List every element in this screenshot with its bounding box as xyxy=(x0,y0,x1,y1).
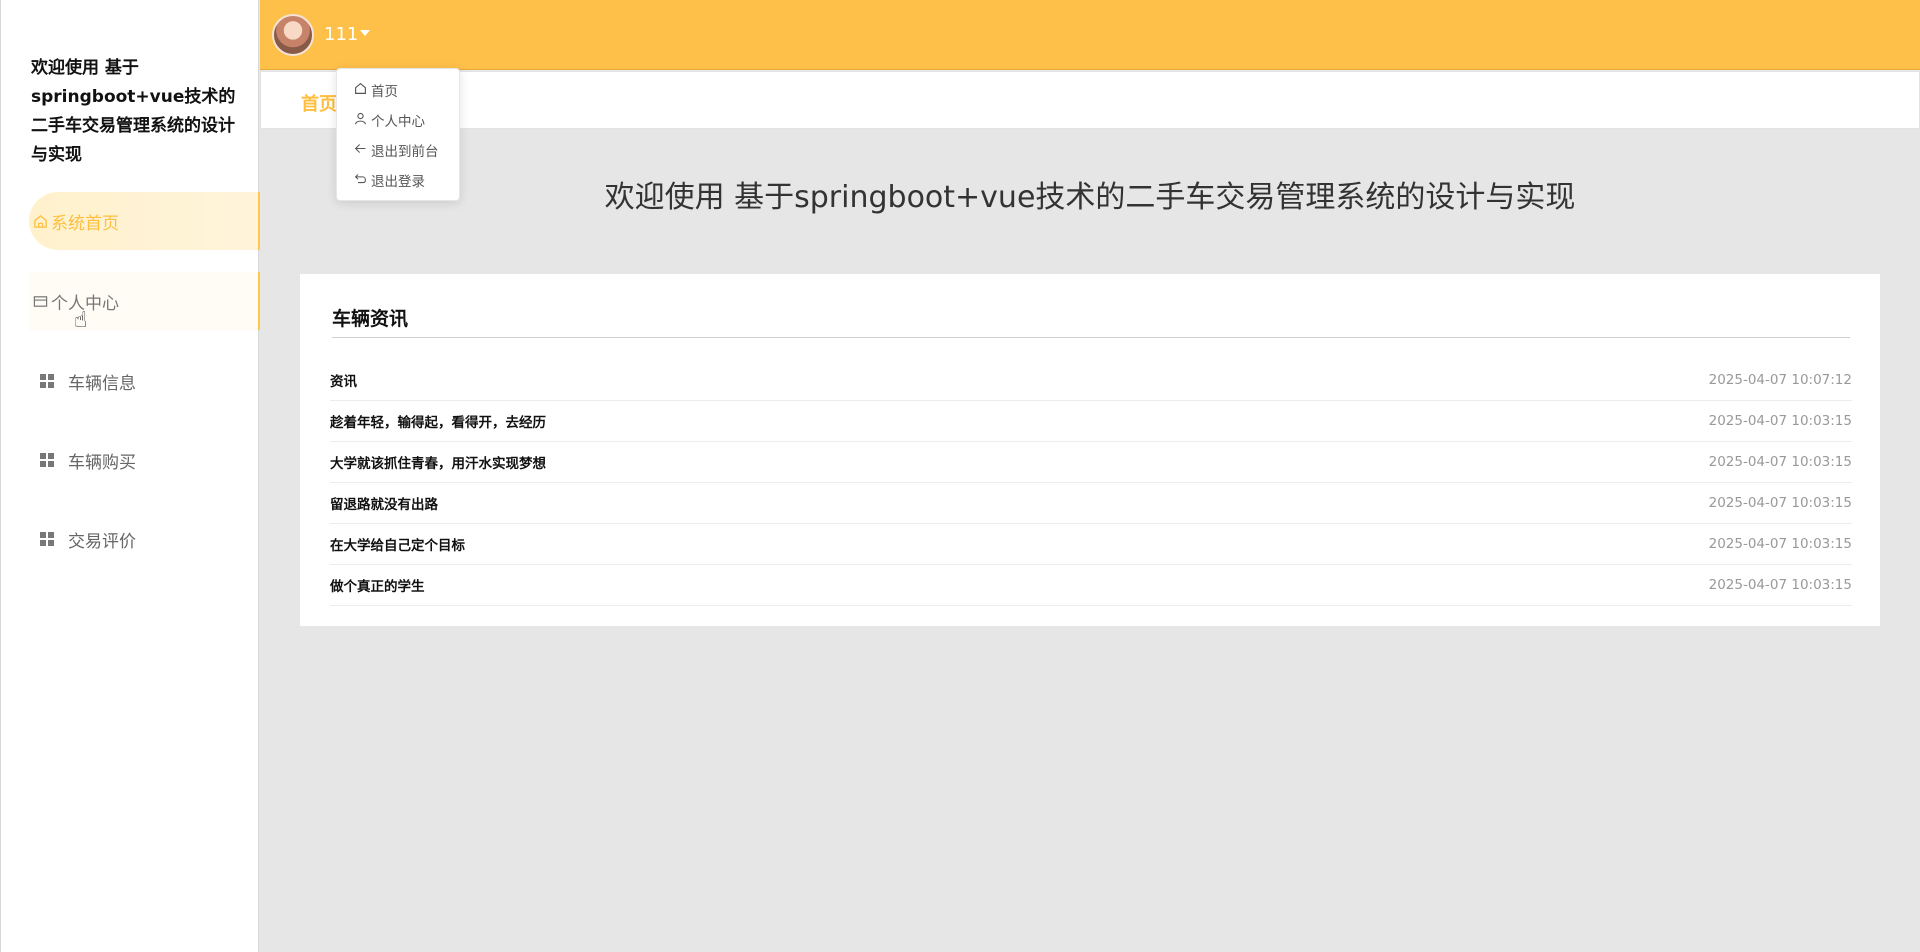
menu-item-label: 首页 xyxy=(371,84,398,100)
back-icon xyxy=(353,142,367,158)
sidebar-item-label: 系统首页 xyxy=(51,213,119,234)
sidebar-item-label: 车辆信息 xyxy=(68,373,136,394)
sidebar-item-vehicle-info[interactable]: 车辆信息 xyxy=(29,352,260,410)
divider xyxy=(332,337,1850,338)
list-item[interactable]: 做个真正的学生 2025-04-07 10:03:15 xyxy=(330,565,1852,606)
welcome-heading: 欢迎使用 基于springboot+vue技术的二手车交易管理系统的设计与实现 xyxy=(604,180,1576,215)
username[interactable]: 111 xyxy=(324,24,358,45)
menu-item-home[interactable]: 首页 xyxy=(353,79,398,101)
sidebar-item-label: 车辆购买 xyxy=(68,452,136,473)
news-title[interactable]: 大学就该抓住青春，用汗水实现梦想 xyxy=(330,452,546,472)
menu-item-back-to-front[interactable]: 退出到前台 xyxy=(353,139,439,161)
home-icon xyxy=(32,213,48,229)
grid-icon xyxy=(40,374,54,388)
grid-icon xyxy=(40,453,54,467)
top-bar: 111 xyxy=(260,0,1920,70)
news-time: 2025-04-07 10:03:15 xyxy=(1708,536,1852,552)
user-icon xyxy=(353,112,367,128)
chevron-down-icon[interactable] xyxy=(360,30,370,36)
list-item[interactable]: 趁着年轻，输得起，看得开，去经历 2025-04-07 10:03:15 xyxy=(330,401,1852,442)
grid-icon xyxy=(40,532,54,546)
list-item[interactable]: 在大学给自己定个目标 2025-04-07 10:03:15 xyxy=(330,524,1852,565)
sidebar: 欢迎使用 基于springboot+vue技术的二手车交易管理系统的设计与实现 … xyxy=(0,0,260,952)
menu-item-label: 退出登录 xyxy=(371,174,425,190)
hand-cursor-icon: ☝ xyxy=(74,308,88,333)
home-icon xyxy=(353,82,367,98)
news-time: 2025-04-07 10:07:12 xyxy=(1708,372,1852,388)
tabs-bar: 首页 xyxy=(260,71,1920,129)
news-title[interactable]: 在大学给自己定个目标 xyxy=(330,534,465,554)
sidebar-item-vehicle-purchase[interactable]: 车辆购买 xyxy=(29,431,260,489)
news-panel: 车辆资讯 资讯 2025-04-07 10:07:12 趁着年轻，输得起，看得开… xyxy=(300,274,1880,626)
menu-item-label: 退出到前台 xyxy=(371,144,439,160)
menu-item-profile[interactable]: 个人中心 xyxy=(353,109,425,131)
list-item[interactable]: 大学就该抓住青春，用汗水实现梦想 2025-04-07 10:03:15 xyxy=(330,442,1852,483)
sidebar-item-home[interactable]: 系统首页 xyxy=(29,192,260,250)
news-time: 2025-04-07 10:03:15 xyxy=(1708,577,1852,593)
site-title: 欢迎使用 基于springboot+vue技术的二手车交易管理系统的设计与实现 xyxy=(31,58,236,165)
menu-item-label: 个人中心 xyxy=(371,114,425,130)
news-title[interactable]: 留退路就没有出路 xyxy=(330,493,438,513)
card-icon xyxy=(32,293,48,309)
news-title[interactable]: 资讯 xyxy=(330,370,357,390)
news-list: 资讯 2025-04-07 10:07:12 趁着年轻，输得起，看得开，去经历 … xyxy=(330,360,1852,606)
sidebar-item-label: 交易评价 xyxy=(68,531,136,552)
user-dropdown-menu: 首页 个人中心 退出到前台 退出登录 xyxy=(336,68,460,201)
news-title[interactable]: 趁着年轻，输得起，看得开，去经历 xyxy=(330,411,546,431)
news-time: 2025-04-07 10:03:15 xyxy=(1708,454,1852,470)
sidebar-item-trade-review[interactable]: 交易评价 xyxy=(29,510,260,568)
list-item[interactable]: 资讯 2025-04-07 10:07:12 xyxy=(330,360,1852,401)
panel-title: 车辆资讯 xyxy=(332,308,409,330)
news-time: 2025-04-07 10:03:15 xyxy=(1708,413,1852,429)
tab-home[interactable]: 首页 xyxy=(301,90,337,116)
menu-item-logout[interactable]: 退出登录 xyxy=(353,169,425,191)
sidebar-item-profile[interactable]: 个人中心 xyxy=(29,272,260,330)
news-time: 2025-04-07 10:03:15 xyxy=(1708,495,1852,511)
logout-icon xyxy=(353,172,367,188)
news-title[interactable]: 做个真正的学生 xyxy=(330,575,425,595)
list-item[interactable]: 留退路就没有出路 2025-04-07 10:03:15 xyxy=(330,483,1852,524)
avatar[interactable] xyxy=(272,14,314,56)
